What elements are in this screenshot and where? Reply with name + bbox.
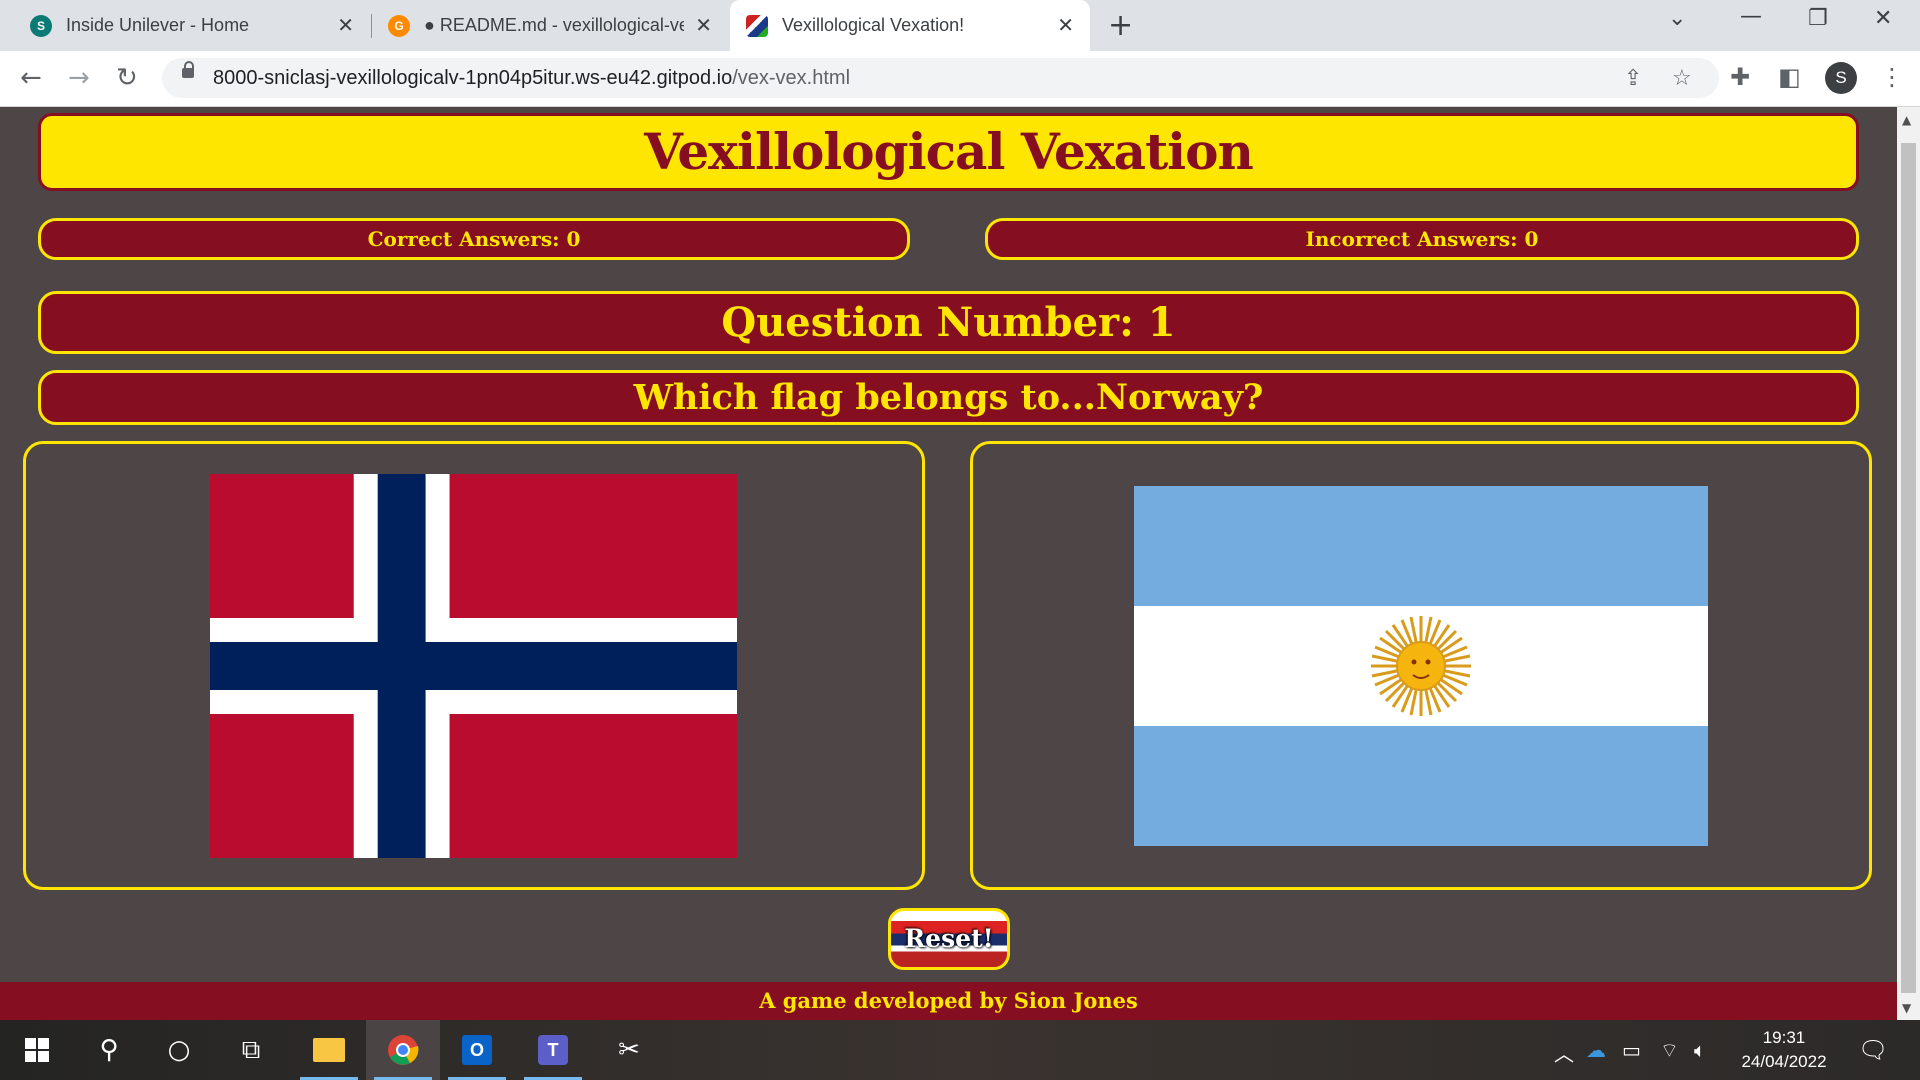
minimize-button[interactable]: — [1740,4,1762,29]
chrome-icon[interactable] [366,1020,440,1080]
url-path: /vex-vex.html [732,67,851,89]
flag-option-1[interactable] [23,441,925,890]
task-view-icon[interactable]: ⧉ [214,1020,288,1080]
clock-date: 24/04/2022 [1741,1052,1827,1071]
show-hidden-icons-chevron[interactable]: ︿ [1554,1038,1574,1067]
notifications-icon[interactable]: 🗨︎ [1858,1036,1888,1064]
restore-button[interactable]: ❐ [1808,6,1828,31]
taskbar-clock[interactable]: 19:31 24/04/2022 [1724,1026,1844,1074]
tab-vexillological-vexation[interactable]: Vexillological Vexation! ✕ [730,0,1090,51]
battery-icon[interactable]: ▭ [1622,1038,1641,1062]
teams-icon[interactable]: T [516,1020,590,1080]
scroll-up-icon[interactable]: ▲ [1902,113,1911,127]
page-content: Vexillological Vexation Correct Answers:… [0,107,1897,1020]
correct-answers-box: Correct Answers: 0 [38,218,910,260]
tab-search-chevron-icon[interactable]: ⌄ [1668,6,1686,31]
close-icon[interactable]: ✕ [1057,13,1074,38]
lock-icon [182,61,194,78]
close-icon[interactable]: ✕ [337,13,354,38]
volume-icon[interactable]: 🔈︎ [1694,1038,1706,1062]
norway-flag [210,474,737,858]
back-arrow-icon[interactable]: ← [20,63,42,93]
page-scrollbar[interactable]: ▲ ▼ [1897,107,1920,1020]
scroll-down-icon[interactable]: ▼ [1902,1001,1911,1015]
reload-icon[interactable]: ↻ [116,63,138,93]
close-window-button[interactable]: ✕ [1874,6,1892,31]
url-host: 8000-sniclasj-vexillologicalv-1pn04p5itu… [213,67,733,89]
file-explorer-icon[interactable] [292,1020,366,1080]
profile-avatar[interactable]: S [1825,62,1857,94]
incorrect-answers-box: Incorrect Answers: 0 [985,218,1859,260]
wifi-icon[interactable]: ⌔ [1660,1038,1679,1063]
side-panel-icon[interactable]: ◧ [1778,63,1801,91]
extensions-puzzle-icon[interactable]: ✚ [1730,63,1750,91]
gitpod-icon: G [388,14,410,37]
clock-time: 19:31 [1762,1028,1806,1047]
tab-inside-unilever[interactable]: S Inside Unilever - Home ✕ [0,0,370,51]
tab-title: Vexillological Vexation! [782,15,965,35]
share-icon[interactable]: ⇪ [1624,66,1642,91]
address-bar[interactable]: 8000-sniclasj-vexillologicalv-1pn04p5itu… [162,58,1719,98]
tab-title: Inside Unilever - Home [66,15,250,35]
windows-start-icon[interactable] [0,1020,74,1080]
reset-button[interactable]: Reset! [888,908,1010,970]
onedrive-cloud-icon[interactable]: ☁ [1586,1038,1606,1062]
sharepoint-icon: S [30,14,52,37]
question-number: Question Number: 1 [38,291,1859,354]
cortana-icon[interactable]: ○ [142,1020,216,1080]
outlook-icon[interactable]: O [440,1020,514,1080]
snipping-tool-icon[interactable]: ✂ [592,1020,666,1080]
question-text: Which flag belongs to...Norway? [38,370,1859,425]
tab-title: ● README.md - vexillological-ve [424,15,684,35]
sun-of-may-icon [1371,616,1471,716]
menu-kebab-icon[interactable]: ⋮ [1880,63,1904,91]
bookmark-star-icon[interactable]: ☆ [1672,66,1692,91]
reset-label: Reset! [904,924,994,953]
search-icon[interactable]: ⚲ [72,1020,146,1080]
tab-readme[interactable]: G ● README.md - vexillological-ve ✕ [372,0,728,51]
windows-taskbar: ⚲ ○ ⧉ O T ✂ ︿ ☁ ▭ ⌔ 🔈︎ 19:31 24/04/2022 … [0,1020,1920,1080]
flags-icon [746,14,768,37]
browser-toolbar: ← → ↻ 8000-sniclasj-vexillologicalv-1pn0… [0,51,1920,107]
scroll-thumb[interactable] [1901,143,1916,993]
new-tab-button[interactable]: + [1108,8,1133,43]
close-icon[interactable]: ✕ [695,13,712,38]
page-title: Vexillological Vexation [644,122,1254,181]
forward-arrow-icon[interactable]: → [68,63,90,93]
tab-strip: S Inside Unilever - Home ✕ G ● README.md… [0,0,1920,51]
url-text: 8000-sniclasj-vexillologicalv-1pn04p5itu… [213,67,850,90]
argentina-flag [1134,486,1708,846]
footer-credit: A game developed by Sion Jones [0,982,1897,1020]
game-heading: Vexillological Vexation [38,113,1859,191]
flag-option-2[interactable] [970,441,1872,890]
